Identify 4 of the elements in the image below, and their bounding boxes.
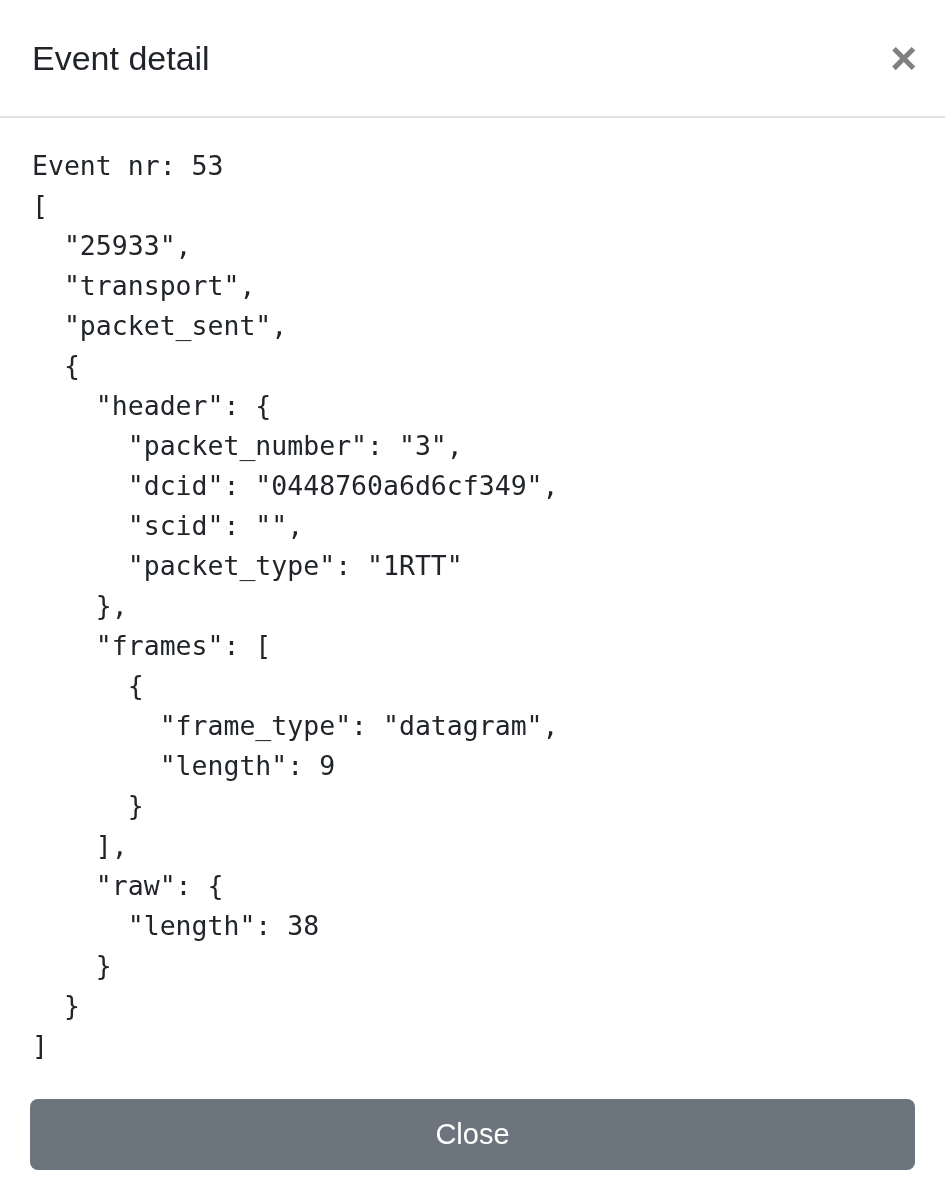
- modal-title: Event detail: [32, 41, 210, 75]
- event-detail-text: Event nr: 53 [ "25933", "transport", "packet_sent", { "header": { "packet_number": "3", "dcid": "0448760a6d6cf349", "scid": "", "packet_type": "1RTT" }, "frames": [ { "frame_type": "datagram", "length": 9 } ], "raw": { "length": 38 } } ]: [32, 149, 560, 1063]
- close-button[interactable]: Close: [30, 1099, 915, 1170]
- close-button[interactable]: ×: [886, 35, 921, 81]
